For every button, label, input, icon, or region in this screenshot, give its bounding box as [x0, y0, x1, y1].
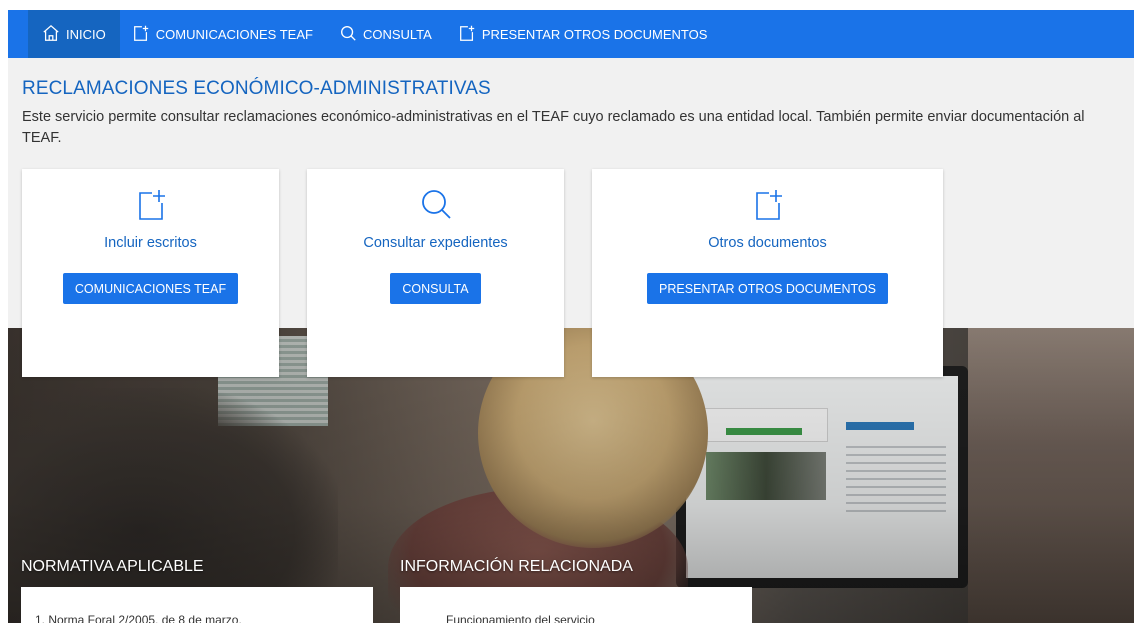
card-incluir-escritos: Incluir escritos COMUNICACIONES TEAF — [22, 169, 279, 377]
card-consultar-expedientes: Consultar expedientes CONSULTA — [307, 169, 564, 377]
informacion-box: Funcionamiento del servicio — [400, 587, 752, 623]
home-icon — [42, 24, 60, 45]
add-document-icon — [133, 187, 169, 223]
normativa-title: NORMATIVA APLICABLE — [21, 558, 204, 575]
nav-item-label: COMUNICACIONES TEAF — [155, 26, 313, 42]
card-label: Consultar expedientes — [363, 235, 508, 251]
add-document-icon — [458, 24, 476, 45]
informacion-title: INFORMACIÓN RELACIONADA — [400, 558, 633, 575]
normativa-item[interactable]: 1. Norma Foral 2/2005, de 8 de marzo. — [35, 613, 242, 623]
consulta-button[interactable]: CONSULTA — [390, 273, 481, 304]
nav-item-label: PRESENTAR OTROS DOCUMENTOS — [481, 26, 708, 42]
page-description: Este servicio permite consultar reclamac… — [22, 109, 1085, 146]
nav-item-inicio[interactable]: INICIO — [28, 10, 120, 58]
informacion-item[interactable]: Funcionamiento del servicio — [446, 613, 595, 623]
add-document-icon — [750, 187, 786, 223]
card-label: Otros documentos — [708, 235, 827, 251]
nav-item-comunicaciones[interactable]: COMUNICACIONES TEAF — [120, 10, 327, 58]
add-document-icon — [132, 24, 150, 45]
nav-item-presentar[interactable]: PRESENTAR OTROS DOCUMENTOS — [446, 10, 722, 58]
nav-item-label: INICIO — [66, 26, 106, 42]
card-label: Incluir escritos — [104, 235, 197, 251]
presentar-otros-documentos-button[interactable]: PRESENTAR OTROS DOCUMENTOS — [647, 273, 888, 304]
search-icon — [339, 24, 357, 45]
page-title: RECLAMACIONES ECONÓMICO-ADMINISTRATIVAS — [22, 78, 491, 99]
search-icon — [418, 187, 454, 223]
nav-item-consulta[interactable]: CONSULTA — [327, 10, 446, 58]
normativa-box: 1. Norma Foral 2/2005, de 8 de marzo. — [21, 587, 373, 623]
top-navigation: INICIO COMUNICACIONES TEAF CONSULTA PRES… — [8, 10, 1134, 58]
nav-item-label: CONSULTA — [362, 26, 432, 42]
comunicaciones-teaf-button[interactable]: COMUNICACIONES TEAF — [62, 273, 239, 304]
card-otros-documentos: Otros documentos PRESENTAR OTROS DOCUMEN… — [592, 169, 943, 377]
